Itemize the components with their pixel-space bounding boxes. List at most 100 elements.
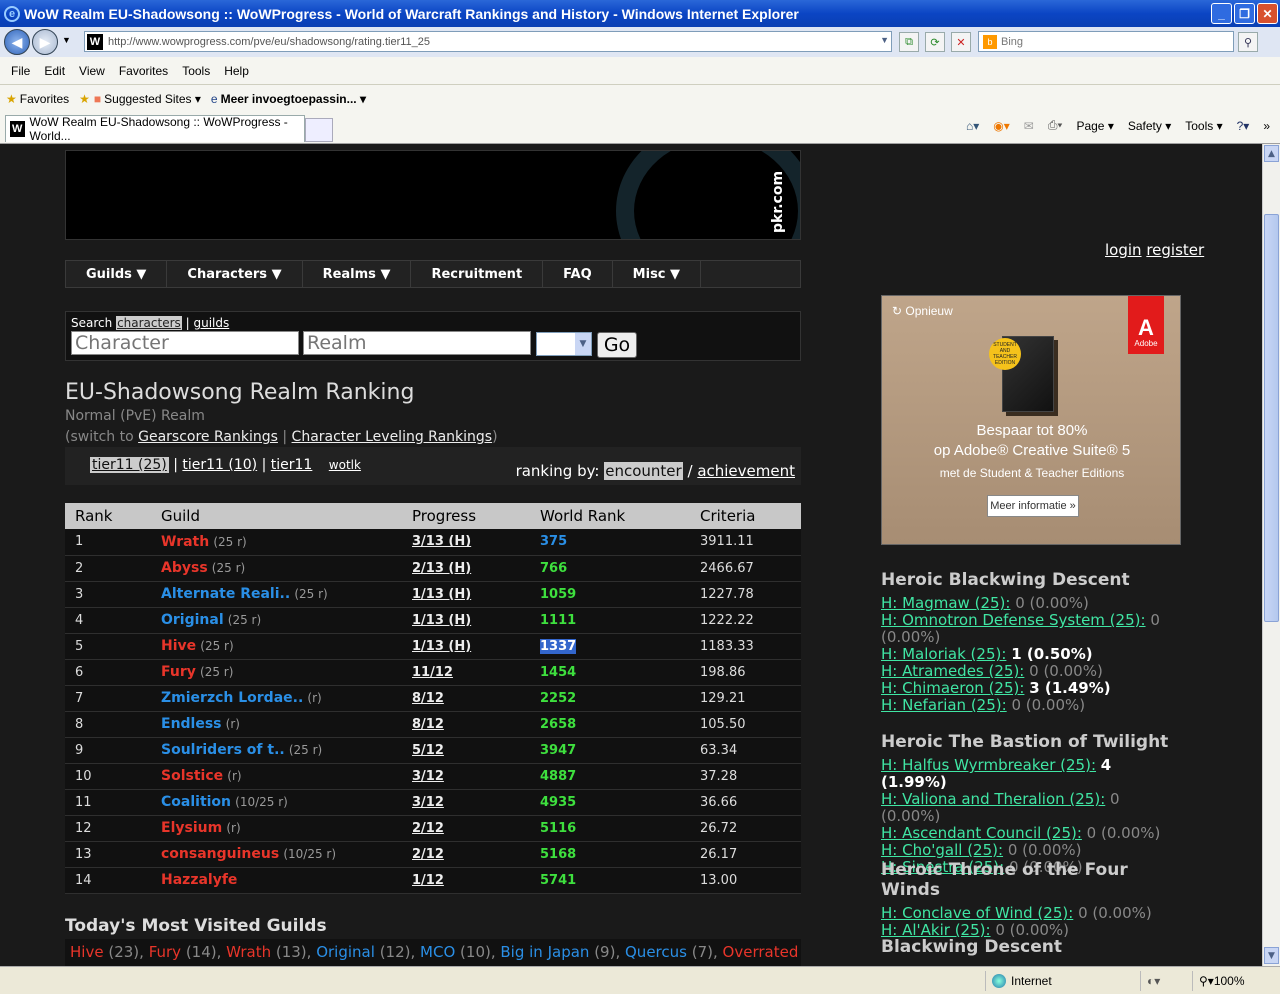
adobe-ad[interactable]: ↻ Opnieuw A Adobe STUDENT AND TEACHER EDI… bbox=[881, 295, 1181, 545]
ad-reload[interactable]: ↻ Opnieuw bbox=[892, 304, 953, 318]
tier-11-link[interactable]: tier11 bbox=[271, 457, 313, 473]
visited-guild-link[interactable]: Original bbox=[316, 943, 375, 961]
suggested-sites-button[interactable]: Suggested Sites ▾ bbox=[104, 92, 201, 106]
compatibility-view-icon[interactable]: ⧉ bbox=[899, 32, 919, 52]
realm-input[interactable] bbox=[303, 331, 531, 355]
encounter-link[interactable]: H: Atramedes (25): bbox=[881, 662, 1024, 680]
nav-faq[interactable]: FAQ bbox=[543, 261, 613, 287]
menu-edit[interactable]: Edit bbox=[37, 64, 72, 78]
guild-link[interactable]: consanguineus bbox=[161, 846, 279, 862]
guild-link[interactable]: Endless bbox=[161, 716, 222, 732]
progress-link[interactable]: 3/12 bbox=[412, 795, 444, 810]
search-characters-link[interactable]: characters bbox=[116, 316, 182, 330]
tier-10-link[interactable]: tier11 (10) bbox=[182, 457, 257, 473]
menu-tools[interactable]: Tools bbox=[175, 64, 217, 78]
progress-link[interactable]: 5/12 bbox=[412, 743, 444, 758]
guild-link[interactable]: Abyss bbox=[161, 560, 208, 576]
scroll-down-icon[interactable]: ▼ bbox=[1264, 947, 1279, 964]
mail-icon[interactable]: ✉ bbox=[1024, 119, 1034, 133]
progress-link[interactable]: 1/12 bbox=[412, 873, 444, 888]
scroll-up-icon[interactable]: ▲ bbox=[1264, 145, 1279, 162]
security-zone[interactable]: Internet bbox=[985, 971, 1140, 991]
ranking-encounter[interactable]: encounter bbox=[604, 462, 683, 480]
scroll-thumb[interactable] bbox=[1264, 214, 1279, 622]
encounter-link[interactable]: H: Magmaw (25): bbox=[881, 594, 1010, 612]
gearscore-link[interactable]: Gearscore Rankings bbox=[138, 429, 278, 445]
progress-link[interactable]: 1/13 (H) bbox=[412, 639, 471, 654]
feeds-icon[interactable]: ◉▾ bbox=[993, 119, 1010, 133]
go-button[interactable]: Go bbox=[597, 332, 637, 358]
guild-link[interactable]: Hive bbox=[161, 638, 196, 654]
banner-ad[interactable]: pkr.com bbox=[65, 150, 801, 240]
encounter-link[interactable]: H: Conclave of Wind (25): bbox=[881, 904, 1073, 922]
guild-link[interactable]: Coalition bbox=[161, 794, 231, 810]
search-go-icon[interactable]: ⚲ bbox=[1238, 32, 1258, 52]
progress-link[interactable]: 8/12 bbox=[412, 691, 444, 706]
guild-link[interactable]: Fury bbox=[161, 664, 196, 680]
address-url[interactable]: http://www.wowprogress.com/pve/eu/shadow… bbox=[108, 36, 430, 48]
visited-guild-link[interactable]: Overrated bbox=[723, 943, 799, 961]
more-addons-button[interactable]: Meer invoegtoepassin... ▾ bbox=[221, 92, 366, 106]
visited-guild-link[interactable]: Big in Japan bbox=[500, 943, 589, 961]
menu-file[interactable]: File bbox=[4, 64, 37, 78]
progress-link[interactable]: 8/12 bbox=[412, 717, 444, 732]
guild-link[interactable]: Zmierzch Lordae.. bbox=[161, 690, 303, 706]
favorites-button[interactable]: Favorites bbox=[20, 92, 69, 106]
encounter-link[interactable]: H: Halfus Wyrmbreaker (25): bbox=[881, 756, 1096, 774]
minimize-button[interactable]: _ bbox=[1211, 3, 1232, 24]
address-bar[interactable]: W http://www.wowprogress.com/pve/eu/shad… bbox=[84, 31, 892, 52]
ad-more-button[interactable]: Meer informatie » bbox=[987, 495, 1079, 517]
maximize-button[interactable]: ❐ bbox=[1234, 3, 1255, 24]
chevron-more-icon[interactable]: » bbox=[1263, 119, 1270, 133]
visited-guild-link[interactable]: Wrath bbox=[226, 943, 271, 961]
home-icon[interactable]: ⌂▾ bbox=[966, 119, 979, 133]
nav-realms[interactable]: Realms ▼ bbox=[303, 261, 412, 287]
login-link[interactable]: login bbox=[1105, 241, 1142, 259]
progress-link[interactable]: 3/13 (H) bbox=[412, 534, 471, 549]
page-menu[interactable]: Page ▾ bbox=[1076, 119, 1113, 133]
encounter-link[interactable]: H: Valiona and Theralion (25): bbox=[881, 790, 1105, 808]
guild-link[interactable]: Original bbox=[161, 612, 224, 628]
close-button[interactable]: ✕ bbox=[1257, 3, 1278, 24]
stop-icon[interactable]: ✕ bbox=[951, 32, 971, 52]
menu-help[interactable]: Help bbox=[217, 64, 256, 78]
nav-guilds[interactable]: Guilds ▼ bbox=[66, 261, 168, 287]
tier-current[interactable]: tier11 (25) bbox=[90, 457, 169, 473]
progress-link[interactable]: 3/12 bbox=[412, 769, 444, 784]
wotlk-link[interactable]: wotlk bbox=[329, 458, 361, 472]
progress-link[interactable]: 2/12 bbox=[412, 821, 444, 836]
guild-link[interactable]: Elysium bbox=[161, 820, 222, 836]
guild-link[interactable]: Soulriders of t.. bbox=[161, 742, 285, 758]
visited-guild-link[interactable]: Fury bbox=[149, 943, 181, 961]
progress-link[interactable]: 1/13 (H) bbox=[412, 587, 471, 602]
encounter-link[interactable]: H: Chimaeron (25): bbox=[881, 679, 1024, 697]
visited-guild-link[interactable]: Quercus bbox=[625, 943, 687, 961]
tools-menu[interactable]: Tools ▾ bbox=[1185, 119, 1222, 133]
ranking-achievement-link[interactable]: achievement bbox=[697, 462, 795, 480]
leveling-link[interactable]: Character Leveling Rankings bbox=[292, 429, 493, 445]
protected-mode[interactable]: ◐▾ bbox=[1140, 971, 1190, 991]
forward-button[interactable]: ▶ bbox=[32, 29, 58, 55]
progress-link[interactable]: 2/12 bbox=[412, 847, 444, 862]
encounter-link[interactable]: H: Nefarian (25): bbox=[881, 696, 1007, 714]
back-button[interactable]: ◀ bbox=[4, 29, 30, 55]
progress-link[interactable]: 11/12 bbox=[412, 665, 453, 680]
register-link[interactable]: register bbox=[1146, 241, 1204, 259]
refresh-icon[interactable]: ⟳ bbox=[925, 32, 945, 52]
add-favorite-icon[interactable]: ★ bbox=[79, 92, 90, 106]
address-dropdown-icon[interactable]: ▼ bbox=[880, 35, 889, 45]
encounter-link[interactable]: H: Ascendant Council (25): bbox=[881, 824, 1082, 842]
history-dropdown-icon[interactable]: ▼ bbox=[62, 35, 71, 45]
zoom-level[interactable]: ⚲▾ 100% bbox=[1192, 971, 1245, 991]
new-tab-button[interactable] bbox=[305, 118, 333, 142]
encounter-link[interactable]: H: Maloriak (25): bbox=[881, 645, 1006, 663]
vertical-scrollbar[interactable]: ▲ ▼ bbox=[1262, 144, 1280, 966]
menu-favorites[interactable]: Favorites bbox=[112, 64, 175, 78]
print-icon[interactable]: ⎙▾ bbox=[1048, 118, 1063, 133]
nav-recruitment[interactable]: Recruitment bbox=[411, 261, 544, 287]
encounter-link[interactable]: H: Omnotron Defense System (25): bbox=[881, 611, 1146, 629]
search-guilds-link[interactable]: guilds bbox=[193, 316, 229, 330]
progress-link[interactable]: 2/13 (H) bbox=[412, 561, 471, 576]
safety-menu[interactable]: Safety ▾ bbox=[1128, 119, 1171, 133]
guild-link[interactable]: Alternate Reali.. bbox=[161, 586, 290, 602]
